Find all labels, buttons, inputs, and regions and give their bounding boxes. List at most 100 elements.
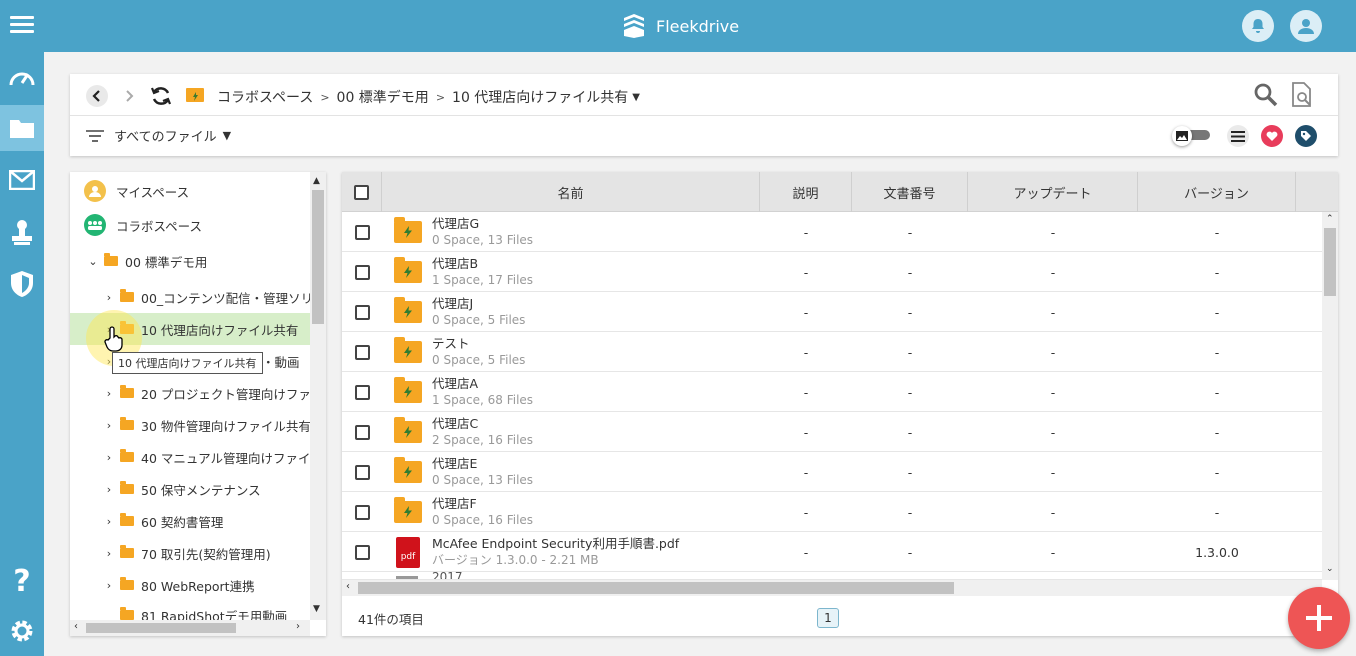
tree-item[interactable]: › 20 プロジェクト管理向けファイ: [102, 377, 326, 409]
breadcrumb-item-demo[interactable]: 00 標準デモ用: [337, 87, 429, 107]
row-checkbox[interactable]: [354, 224, 370, 240]
row-checkbox-cell[interactable]: [342, 372, 382, 412]
tag-icon[interactable]: [1295, 125, 1317, 147]
tree-horizontal-scrollbar[interactable]: ‹ ›: [70, 620, 310, 636]
thumbnail-toggle[interactable]: [1172, 126, 1212, 146]
file-name-cell[interactable]: 代理店B 1 Space, 17 Files: [432, 255, 533, 289]
tree-item[interactable]: › 30 物件管理向けファイル共有: [102, 409, 326, 441]
brand-logo[interactable]: Fleekdrive: [620, 11, 739, 41]
breadcrumb-item-current[interactable]: 10 代理店向けファイル共有: [452, 87, 628, 107]
tree-item-collab-space[interactable]: コラボスペース: [84, 209, 324, 241]
breadcrumb-dropdown-icon[interactable]: ▼: [632, 92, 640, 103]
file-name[interactable]: 代理店C: [432, 415, 533, 432]
chevron-right-icon[interactable]: ›: [102, 387, 116, 400]
column-header-update[interactable]: アップデート: [968, 172, 1138, 212]
row-checkbox-cell[interactable]: [342, 292, 382, 332]
mail-icon[interactable]: [0, 157, 44, 203]
chevron-right-icon[interactable]: ›: [102, 419, 116, 432]
favorite-heart-icon[interactable]: [1261, 125, 1283, 147]
table-row[interactable]: 代理店E 0 Space, 13 Files - - - -: [342, 452, 1322, 492]
table-row[interactable]: 代理店F 0 Space, 16 Files - - - -: [342, 492, 1322, 532]
select-all-checkbox[interactable]: [354, 184, 369, 200]
refresh-icon[interactable]: [150, 85, 172, 107]
file-name-cell[interactable]: 代理店C 2 Space, 16 Files: [432, 415, 533, 449]
tree-item[interactable]: › 70 取引先(契約管理用): [102, 537, 326, 569]
breadcrumb-item-collab[interactable]: コラボスペース: [217, 87, 313, 107]
table-row[interactable]: テスト 0 Space, 5 Files - - - -: [342, 332, 1322, 372]
column-header-version[interactable]: バージョン: [1138, 172, 1296, 212]
row-checkbox-cell[interactable]: [342, 532, 382, 572]
list-vscroll-thumb[interactable]: [1324, 228, 1336, 296]
row-checkbox[interactable]: [354, 304, 370, 320]
security-shield-icon[interactable]: [0, 261, 44, 307]
tree-item[interactable]: › 60 契約書管理: [102, 505, 326, 537]
list-vertical-scrollbar[interactable]: ⌃ ⌄: [1322, 212, 1338, 580]
table-row-partial[interactable]: 2017: [342, 572, 1322, 580]
row-checkbox[interactable]: [354, 464, 370, 480]
hamburger-menu-icon[interactable]: [10, 16, 34, 36]
file-name[interactable]: テスト: [432, 335, 525, 352]
row-checkbox[interactable]: [354, 504, 370, 520]
row-checkbox[interactable]: [354, 344, 370, 360]
settings-gear-icon[interactable]: [0, 608, 44, 654]
file-name[interactable]: 代理店F: [432, 495, 533, 512]
search-icon[interactable]: [1254, 83, 1278, 111]
table-row[interactable]: 代理店B 1 Space, 17 Files - - - -: [342, 252, 1322, 292]
tree-vscroll-thumb[interactable]: [312, 190, 324, 324]
tree-item[interactable]: › 80 WebReport連携: [102, 569, 326, 601]
row-checkbox-cell[interactable]: [342, 452, 382, 492]
scroll-left-arrow-icon[interactable]: ‹: [346, 581, 350, 592]
chevron-right-icon[interactable]: ›: [102, 547, 116, 560]
forward-button[interactable]: [118, 85, 140, 107]
table-row[interactable]: 代理店C 2 Space, 16 Files - - - -: [342, 412, 1322, 452]
scroll-up-arrow-icon[interactable]: ▲: [313, 176, 320, 186]
list-horizontal-scrollbar[interactable]: ‹: [342, 580, 1322, 596]
list-view-icon[interactable]: [1227, 125, 1249, 147]
file-name[interactable]: 代理店B: [432, 255, 533, 272]
row-checkbox-cell[interactable]: [342, 412, 382, 452]
stamp-icon[interactable]: [0, 209, 44, 255]
tree-item-my-space[interactable]: マイスペース: [84, 175, 324, 207]
table-row[interactable]: 代理店J 0 Space, 5 Files - - - -: [342, 292, 1322, 332]
add-fab-button[interactable]: [1288, 587, 1350, 649]
chevron-down-icon[interactable]: ⌄: [86, 255, 100, 268]
file-name-cell[interactable]: 代理店A 1 Space, 68 Files: [432, 375, 533, 409]
file-name[interactable]: 代理店J: [432, 295, 525, 312]
file-name[interactable]: 代理店E: [432, 455, 533, 472]
file-name[interactable]: 2017: [432, 572, 463, 579]
table-row[interactable]: 代理店G 0 Space, 13 Files - - - -: [342, 212, 1322, 252]
back-button[interactable]: [86, 85, 108, 107]
file-name[interactable]: McAfee Endpoint Security利用手順書.pdf: [432, 535, 679, 552]
row-checkbox-cell[interactable]: [342, 332, 382, 372]
column-header-docno[interactable]: 文書番号: [852, 172, 968, 212]
tree-hscroll-thumb[interactable]: [86, 623, 236, 633]
row-checkbox-cell[interactable]: [342, 212, 382, 252]
file-name-cell[interactable]: 代理店G 0 Space, 13 Files: [432, 215, 533, 249]
tree-vertical-scrollbar[interactable]: ▲ ▼: [310, 172, 326, 620]
user-avatar-icon[interactable]: [1290, 10, 1322, 42]
scroll-down-arrow-icon[interactable]: ▼: [313, 604, 320, 614]
scroll-down-arrow-icon[interactable]: ⌄: [1326, 564, 1334, 574]
filter-dropdown[interactable]: すべてのファイル ▼: [86, 126, 231, 145]
chevron-right-icon[interactable]: ›: [102, 451, 116, 464]
tree-item[interactable]: › 40 マニュアル管理向けファイル: [102, 441, 326, 473]
file-name[interactable]: 代理店G: [432, 215, 533, 232]
document-search-icon[interactable]: [1290, 81, 1314, 113]
tree-item[interactable]: › 50 保守メンテナンス: [102, 473, 326, 505]
file-name-cell[interactable]: 代理店F 0 Space, 16 Files: [432, 495, 533, 529]
dashboard-icon[interactable]: [0, 54, 44, 100]
tree-item-root[interactable]: ⌄ 00 標準デモ用: [86, 245, 326, 277]
column-header-description[interactable]: 説明: [760, 172, 852, 212]
file-name-cell[interactable]: テスト 0 Space, 5 Files: [432, 335, 525, 369]
help-question-icon[interactable]: ?: [0, 558, 44, 604]
chevron-right-icon[interactable]: ›: [102, 515, 116, 528]
file-name-cell[interactable]: 代理店J 0 Space, 5 Files: [432, 295, 525, 329]
row-checkbox-cell[interactable]: [342, 252, 382, 292]
table-row[interactable]: pdf McAfee Endpoint Security利用手順書.pdf バージョ…: [342, 532, 1322, 572]
file-name-cell[interactable]: 代理店E 0 Space, 13 Files: [432, 455, 533, 489]
row-checkbox[interactable]: [354, 424, 370, 440]
file-name-cell[interactable]: McAfee Endpoint Security利用手順書.pdf バージョン 1…: [432, 535, 679, 569]
page-button[interactable]: 1: [817, 608, 839, 628]
scroll-left-arrow-icon[interactable]: ‹: [74, 621, 78, 632]
chevron-right-icon[interactable]: ›: [102, 579, 116, 592]
